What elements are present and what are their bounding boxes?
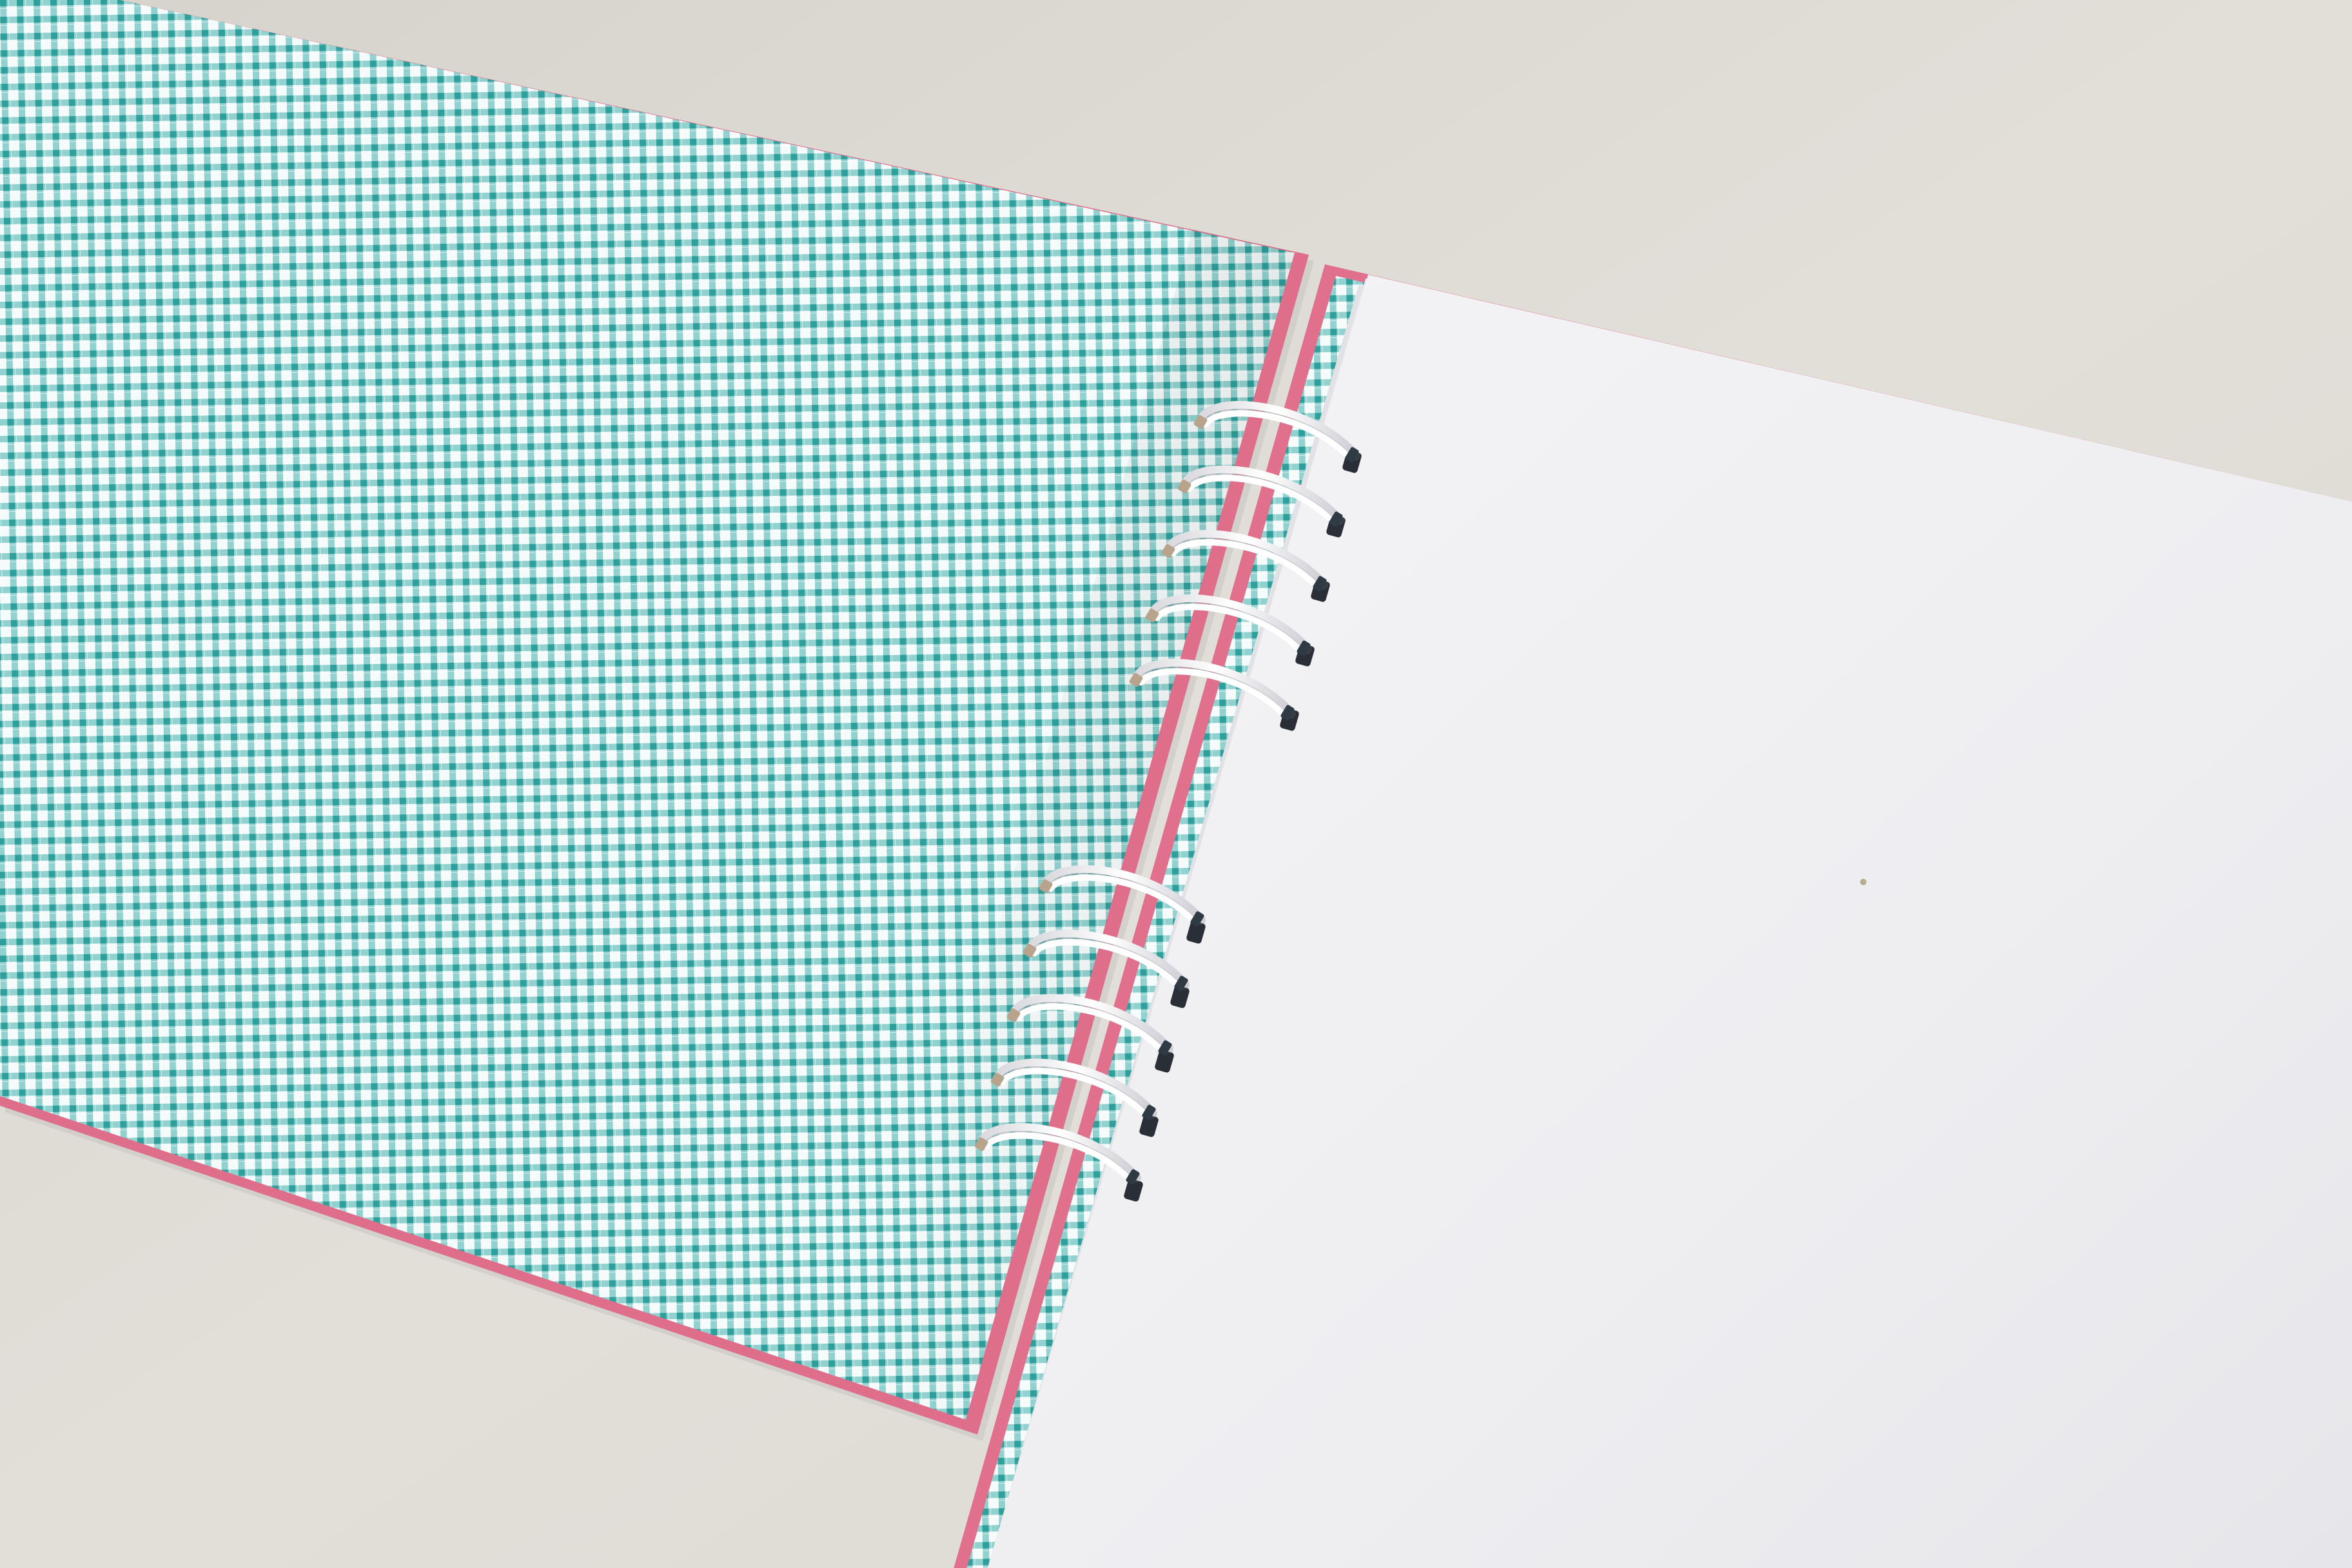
notebook-photo [0,0,2352,1568]
page-speck [1860,879,1867,885]
